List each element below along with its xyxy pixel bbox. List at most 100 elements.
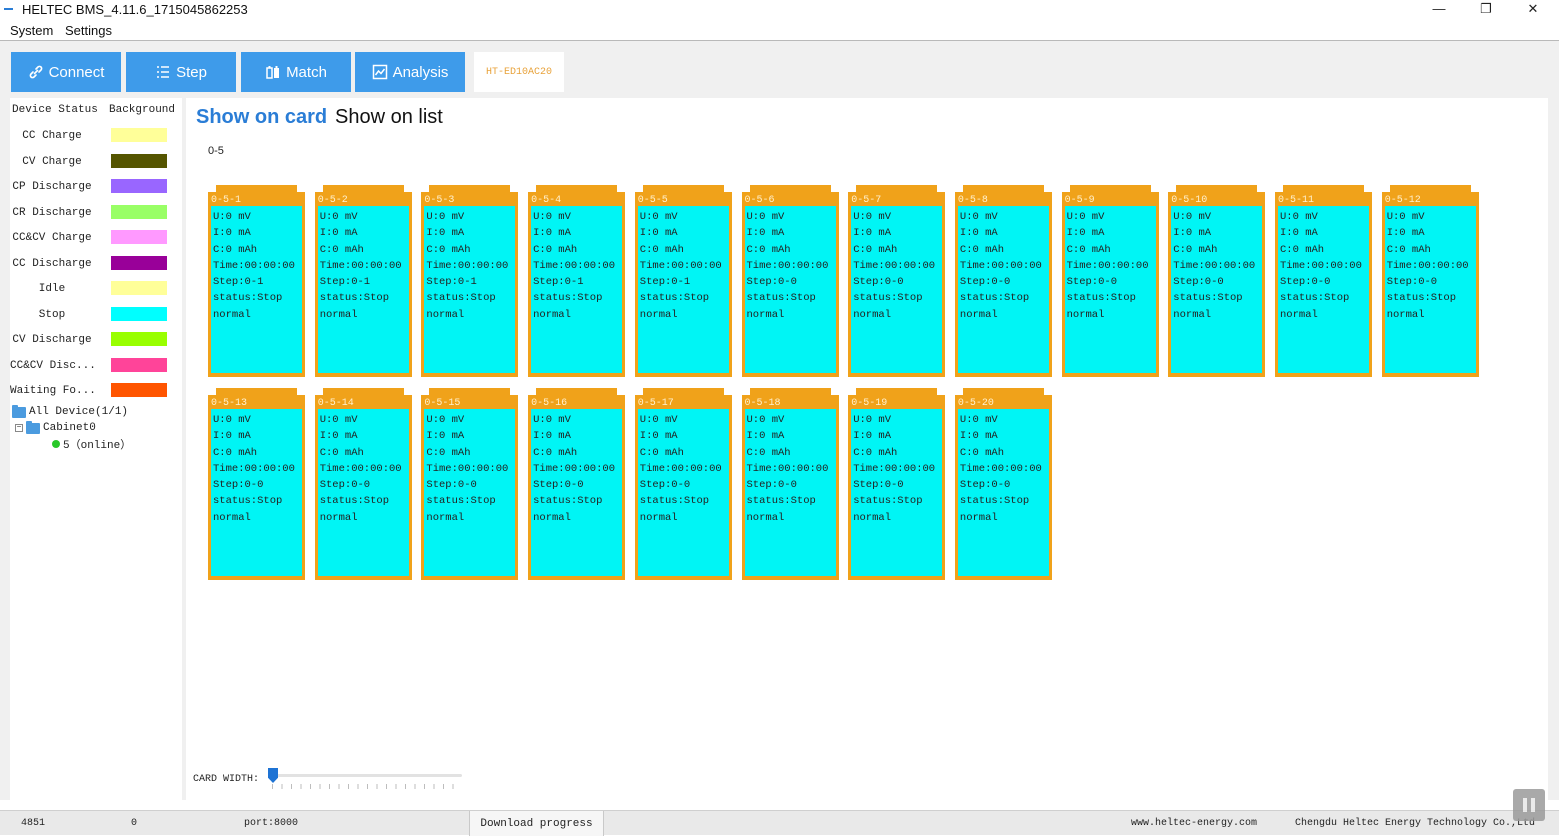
battery-card[interactable]: 0-5-19 U:0 mV I:0 mA C:0 mAh Time:00:00:00 St… <box>848 388 946 580</box>
card-width-track[interactable] <box>272 774 462 777</box>
legend-color-swatch <box>111 281 167 295</box>
card-id: 0-5-2 <box>317 195 348 206</box>
app-icon <box>4 8 13 10</box>
toolbar: Connect Step Match Analysis HT-ED10AC20 <box>0 41 1559 98</box>
connect-button[interactable]: Connect <box>11 52 121 92</box>
close-button[interactable]: ✕ <box>1510 0 1556 20</box>
collapse-icon[interactable]: − <box>15 424 23 432</box>
legend-color-swatch <box>111 128 167 142</box>
legend-header-background: Background <box>109 104 176 116</box>
maximize-button[interactable]: ❐ <box>1463 0 1509 20</box>
tab-show-on-list[interactable]: Show on list <box>335 106 443 129</box>
device-tab[interactable]: HT-ED10AC20 <box>474 52 564 92</box>
group-label: 0-5 <box>208 145 224 157</box>
battery-card[interactable]: 0-5-6 U:0 mV I:0 mA C:0 mAh Time:00:00:00 Ste… <box>741 185 839 377</box>
card-field-time: Time:00:00:00 <box>213 462 295 475</box>
card-field-u: U:0 mV <box>213 211 251 223</box>
card-field-i: I:0 mA <box>426 227 465 240</box>
card-field-u: U:0 mV <box>1066 211 1105 223</box>
minimize-button[interactable]: — <box>1416 0 1462 20</box>
battery-card[interactable]: 0-5-17 U:0 mV I:0 mA C:0 mAh Time:00:00:00 St… <box>634 388 732 580</box>
card-content: U:0 mV I:0 mA C:0 mAh Time:00:00:00 Step:0-0… <box>637 409 729 576</box>
battery-card[interactable]: 0-5-12 U:0 mV I:0 mA C:0 mAh Time:00:00:00 St… <box>1381 185 1479 377</box>
battery-card[interactable]: 0-5-4 U:0 mV I:0 mA C:0 mAh Time:00:00:00 Ste… <box>528 185 626 377</box>
card-field-time: Time:00:00:00 <box>746 259 829 272</box>
card-field-u: U:0 mV <box>746 414 785 426</box>
card-field-state: normal <box>639 511 678 524</box>
card-field-state: normal <box>533 308 571 321</box>
download-progress-button[interactable]: Download progress <box>469 811 604 836</box>
card-id: 0-5-12 <box>1384 195 1421 206</box>
card-field-c: C:0 mAh <box>533 446 578 459</box>
card-content: U:0 mV I:0 mA C:0 mAh Time:00:00:00 Step:0-0… <box>211 409 302 576</box>
card-field-c: C:0 mAh <box>853 243 898 256</box>
battery-card[interactable]: 0-5-13 U:0 mV I:0 mA C:0 mAh Time:00:00:00 St… <box>208 388 305 580</box>
card-field-state: normal <box>533 511 571 524</box>
card-field-status: status:Stop <box>319 292 389 305</box>
battery-card[interactable]: 0-5-2 U:0 mV I:0 mA C:0 mAh Time:00:00:00 Ste… <box>314 185 412 377</box>
battery-card[interactable]: 0-5-18 U:0 mV I:0 mA C:0 mAh Time:00:00:00 St… <box>741 388 839 580</box>
legend-row: CC Discharge <box>10 252 182 277</box>
card-content: U:0 mV I:0 mA C:0 mAh Time:00:00:00 Step:0-1… <box>317 206 409 373</box>
card-field-u: U:0 mV <box>746 211 785 223</box>
link-icon <box>29 65 42 79</box>
card-field-step: Step:0-0 <box>746 276 797 289</box>
tree-device[interactable]: 5（online） <box>52 436 131 452</box>
card-field-c: C:0 mAh <box>1386 243 1431 256</box>
card-field-status: status:Stop <box>213 292 283 305</box>
card-field-c: C:0 mAh <box>746 243 791 256</box>
card-content: U:0 mV I:0 mA C:0 mAh Time:00:00:00 Step:0-0… <box>957 409 1049 576</box>
battery-card[interactable]: 0-5-16 U:0 mV I:0 mA C:0 mAh Time:00:00:00 St… <box>528 388 626 580</box>
tab-show-on-card[interactable]: Show on card <box>196 106 327 129</box>
card-field-time: Time:00:00:00 <box>319 462 402 475</box>
card-field-state: normal <box>853 511 891 524</box>
card-field-status: status:Stop <box>853 495 923 508</box>
battery-card[interactable]: 0-5-7 U:0 mV I:0 mA C:0 mAh Time:00:00:00 Ste… <box>848 185 946 377</box>
tree-root[interactable]: All Device(1/1) <box>12 404 128 420</box>
battery-card[interactable]: 0-5-8 U:0 mV I:0 mA C:0 mAh Time:00:00:00 Ste… <box>954 185 1052 377</box>
card-field-step: Step:0-0 <box>746 479 797 492</box>
menu-system[interactable]: System <box>10 23 53 38</box>
legend-color-swatch <box>111 332 167 346</box>
legend-row: CP Discharge <box>10 175 182 200</box>
battery-card[interactable]: 0-5-3 U:0 mV I:0 mA C:0 mAh Time:00:00:00 Ste… <box>421 185 519 377</box>
card-field-step: Step:0-0 <box>319 479 371 492</box>
battery-card[interactable]: 0-5-15 U:0 mV I:0 mA C:0 mAh Time:00:00:00 St… <box>421 388 519 580</box>
battery-match-icon <box>266 66 280 79</box>
battery-card[interactable]: 0-5-14 U:0 mV I:0 mA C:0 mAh Time:00:00:00 St… <box>314 388 412 580</box>
card-field-i: I:0 mA <box>959 227 998 240</box>
battery-card[interactable]: 0-5-1 U:0 mV I:0 mA C:0 mAh Time:00:00:00 Ste… <box>208 185 305 377</box>
battery-card[interactable]: 0-5-11 U:0 mV I:0 mA C:0 mAh Time:00:00:00 St… <box>1275 185 1372 377</box>
legend-row: Waiting Fo... <box>10 379 182 404</box>
card-field-step: Step:0-1 <box>639 276 691 289</box>
battery-card[interactable]: 0-5-10 U:0 mV I:0 mA C:0 mAh Time:00:00:00 St… <box>1168 185 1266 377</box>
card-field-status: status:Stop <box>853 292 923 305</box>
folder-icon <box>12 404 26 418</box>
card-field-u: U:0 mV <box>319 414 358 426</box>
analysis-button[interactable]: Analysis <box>355 52 465 92</box>
legend-label: CP Discharge <box>12 181 92 193</box>
tree-cabinet[interactable]: − Cabinet0 <box>15 420 96 436</box>
battery-card[interactable]: 0-5-9 U:0 mV I:0 mA C:0 mAh Time:00:00:00 Ste… <box>1061 185 1159 377</box>
card-field-c: C:0 mAh <box>1173 243 1218 256</box>
card-id: 0-5-6 <box>744 195 775 206</box>
card-field-u: U:0 mV <box>639 414 678 426</box>
card-field-c: C:0 mAh <box>213 446 258 459</box>
card-width-slider[interactable] <box>268 768 278 783</box>
card-content: U:0 mV I:0 mA C:0 mAh Time:00:00:00 Step:0-0… <box>851 206 943 373</box>
step-button[interactable]: Step <box>126 52 236 92</box>
menu-settings[interactable]: Settings <box>65 23 112 38</box>
status-company: Chengdu Heltec Energy Technology Co.,Ltd <box>1295 818 1536 829</box>
card-field-i: I:0 mA <box>746 227 785 240</box>
card-field-i: I:0 mA <box>1280 227 1318 240</box>
card-field-u: U:0 mV <box>213 414 251 426</box>
legend-label: CV Discharge <box>12 334 92 346</box>
card-field-c: C:0 mAh <box>213 243 258 256</box>
card-field-u: U:0 mV <box>853 211 891 223</box>
card-field-step: Step:0-0 <box>1280 276 1331 289</box>
battery-card[interactable]: 0-5-5 U:0 mV I:0 mA C:0 mAh Time:00:00:00 Ste… <box>634 185 732 377</box>
pause-icon[interactable] <box>1513 789 1545 821</box>
battery-card[interactable]: 0-5-20 U:0 mV I:0 mA C:0 mAh Time:00:00:00 St… <box>954 388 1052 580</box>
match-button[interactable]: Match <box>241 52 351 92</box>
card-id: 0-5-19 <box>851 398 888 409</box>
